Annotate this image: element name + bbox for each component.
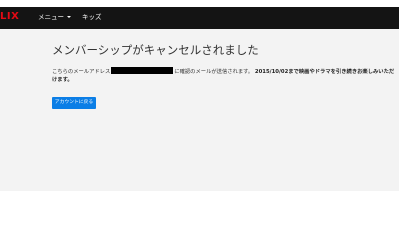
redacted-email: [111, 67, 174, 74]
page-frame: LIX メニュー キッズ メンバーシップがキャンセルされました こちらのメールア…: [0, 7, 399, 191]
top-navigation-bar: LIX メニュー キッズ: [0, 7, 399, 29]
browse-menu[interactable]: メニュー: [38, 13, 71, 22]
netflix-logo[interactable]: LIX: [0, 11, 19, 23]
page-title: メンバーシップがキャンセルされました: [52, 43, 259, 57]
confirmation-message: こちらのメールアドレス に確認のメールが送信されます。 2015/10/02まで映…: [52, 67, 397, 85]
chevron-down-icon: [67, 16, 71, 18]
browse-menu-label: メニュー: [38, 13, 64, 21]
kids-link[interactable]: キッズ: [82, 13, 102, 22]
message-text-before-email: こちらのメールアドレス: [52, 69, 111, 75]
back-to-account-button[interactable]: アカウントに戻る: [52, 97, 96, 109]
message-text-after-email: に確認のメールが送信されます。: [174, 69, 254, 75]
